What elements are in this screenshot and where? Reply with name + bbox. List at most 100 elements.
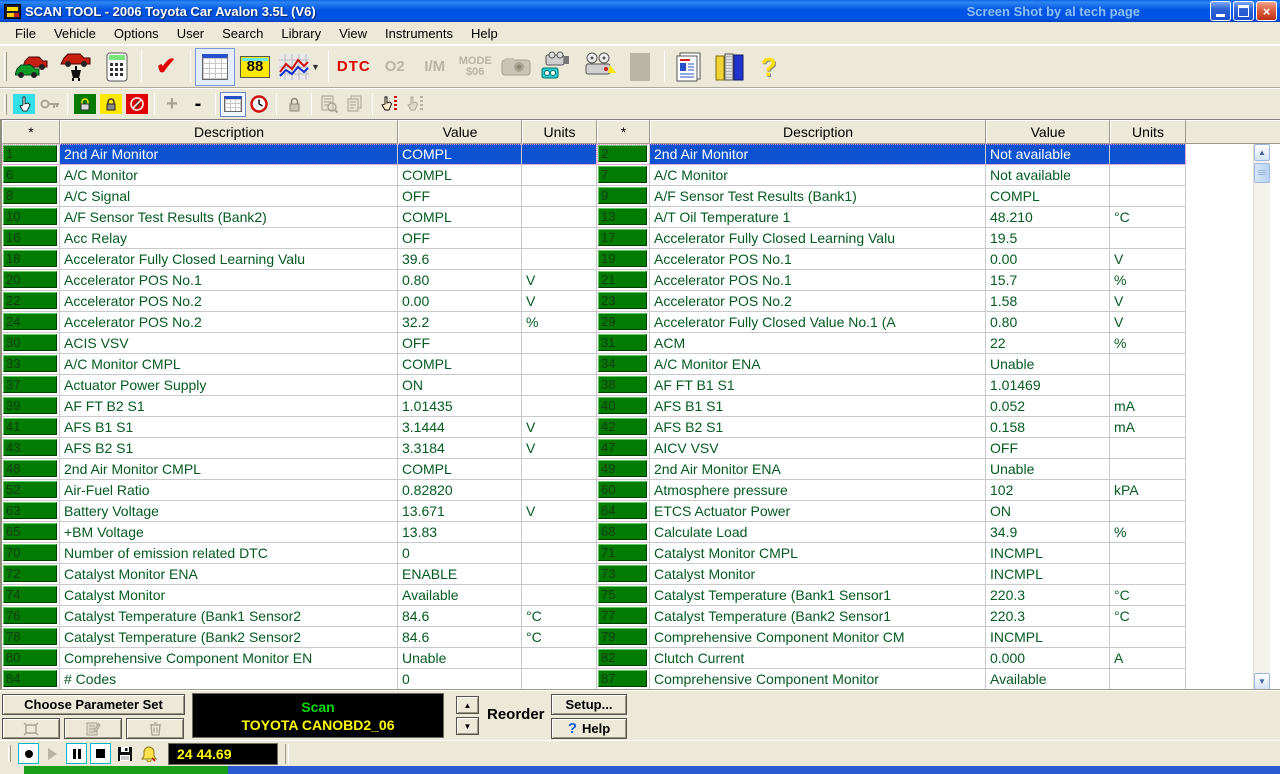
right-table-row-77[interactable]: 77Catalyst Temperature (Bank2 Sensor1220…: [597, 606, 1186, 627]
left-table-row-65[interactable]: 65+BM Voltage13.83: [2, 522, 597, 543]
select-list-button[interactable]: [377, 92, 403, 117]
header-description-right[interactable]: Description: [650, 120, 986, 144]
right-table-row-2[interactable]: 22nd Air MonitorNot available: [597, 144, 1186, 165]
menu-item-instruments[interactable]: Instruments: [376, 24, 462, 43]
reorder-down-button[interactable]: ▼: [456, 717, 479, 735]
vehicle-connector-button[interactable]: [55, 48, 97, 86]
right-table-row-87[interactable]: 87Comprehensive Component MonitorAvailab…: [597, 669, 1186, 690]
header-index-right[interactable]: *: [597, 120, 650, 144]
right-table-row-38[interactable]: 38AF FT B1 S11.01469: [597, 375, 1186, 396]
left-table-row-10[interactable]: 10A/F Sensor Test Results (Bank2)COMPL: [2, 207, 597, 228]
left-table-row-8[interactable]: 8A/C SignalOFF: [2, 186, 597, 207]
connect-vehicles-button[interactable]: [11, 48, 55, 86]
lock-green-button[interactable]: [72, 92, 98, 117]
right-table-row-40[interactable]: 40AFS B1 S10.052mA: [597, 396, 1186, 417]
right-table-row-64[interactable]: 64ETCS Actuator PowerON: [597, 501, 1186, 522]
header-index-left[interactable]: *: [2, 120, 60, 144]
timer-button[interactable]: [246, 92, 272, 117]
right-table-row-82[interactable]: 82Clutch Current0.000A: [597, 648, 1186, 669]
library-button[interactable]: [709, 48, 749, 86]
left-table-row-18[interactable]: 18Accelerator Fully Closed Learning Valu…: [2, 249, 597, 270]
left-table-row-74[interactable]: 74Catalyst MonitorAvailable: [2, 585, 597, 606]
choose-parameter-set-button[interactable]: Choose Parameter Set: [2, 694, 185, 715]
left-table-row-41[interactable]: 41AFS B1 S13.1444V: [2, 417, 597, 438]
help-button[interactable]: ?: [749, 48, 789, 86]
confirm-button[interactable]: ✔: [146, 48, 186, 86]
right-table-row-79[interactable]: 79Comprehensive Component Monitor CMINCM…: [597, 627, 1186, 648]
edit-parameter-set-button[interactable]: [64, 718, 122, 739]
stop-button[interactable]: [90, 743, 111, 764]
statusbar-grip[interactable]: [8, 745, 11, 763]
header-value-left[interactable]: Value: [398, 120, 522, 144]
grid-view-button[interactable]: [220, 92, 246, 117]
pause-button[interactable]: [66, 743, 87, 764]
record-button[interactable]: [18, 743, 39, 764]
left-table-row-30[interactable]: 30ACIS VSVOFF: [2, 333, 597, 354]
select-pointer-button[interactable]: [11, 92, 37, 117]
left-table-row-84[interactable]: 84# Codes0: [2, 669, 597, 690]
dtc-button[interactable]: DTC: [333, 48, 375, 86]
left-table-row-72[interactable]: 72Catalyst Monitor ENAENABLE: [2, 564, 597, 585]
right-table-row-29[interactable]: 29Accelerator Fully Closed Value No.1 (A…: [597, 312, 1186, 333]
minimize-button[interactable]: [1210, 1, 1231, 21]
right-table-row-73[interactable]: 73Catalyst MonitorINCMPL: [597, 564, 1186, 585]
left-table-row-70[interactable]: 70Number of emission related DTC0: [2, 543, 597, 564]
o2-button[interactable]: O2: [375, 48, 415, 86]
menu-item-help[interactable]: Help: [462, 24, 507, 43]
select-item-button[interactable]: [403, 92, 429, 117]
right-table-row-9[interactable]: 9A/F Sensor Test Results (Bank1)COMPL: [597, 186, 1186, 207]
im-button[interactable]: I/M: [415, 48, 455, 86]
scroll-down-button[interactable]: ▼: [1254, 673, 1270, 690]
scrollbar-thumb[interactable]: [1254, 163, 1270, 183]
graph-view-button[interactable]: ▼: [275, 48, 324, 86]
left-table-row-33[interactable]: 33A/C Monitor CMPLCOMPL: [2, 354, 597, 375]
blank-button[interactable]: [620, 48, 660, 86]
delete-parameter-set-button[interactable]: [126, 718, 184, 739]
left-table-row-76[interactable]: 76Catalyst Temperature (Bank1 Sensor284.…: [2, 606, 597, 627]
lock-button[interactable]: [281, 92, 307, 117]
left-table-row-63[interactable]: 63Battery Voltage13.671V: [2, 501, 597, 522]
copy-page-button[interactable]: [342, 92, 368, 117]
toolbar-grip[interactable]: [4, 94, 7, 115]
left-table-row-24[interactable]: 24Accelerator POS No.232.2%: [2, 312, 597, 333]
lock-yellow-button[interactable]: [98, 92, 124, 117]
right-table-row-71[interactable]: 71Catalyst Monitor CMPLINCMPL: [597, 543, 1186, 564]
reorder-up-button[interactable]: ▲: [456, 696, 479, 714]
right-table-row-21[interactable]: 21Accelerator POS No.115.7%: [597, 270, 1186, 291]
playback-video-button[interactable]: [578, 48, 620, 86]
menu-item-user[interactable]: User: [168, 24, 213, 43]
left-table-row-6[interactable]: 6A/C MonitorCOMPL: [2, 165, 597, 186]
menu-item-file[interactable]: File: [6, 24, 45, 43]
menu-item-search[interactable]: Search: [213, 24, 272, 43]
right-table-row-42[interactable]: 42AFS B2 S10.158mA: [597, 417, 1186, 438]
mode06-button[interactable]: MODE $06: [455, 48, 496, 86]
right-table-row-17[interactable]: 17Accelerator Fully Closed Learning Valu…: [597, 228, 1186, 249]
print-preview-button[interactable]: [316, 92, 342, 117]
right-table-row-49[interactable]: 492nd Air Monitor ENAUnable: [597, 459, 1186, 480]
digital-display-button[interactable]: 88: [235, 48, 275, 86]
right-table-row-13[interactable]: 13A/T Oil Temperature 148.210°C: [597, 207, 1186, 228]
right-table-row-7[interactable]: 7A/C MonitorNot available: [597, 165, 1186, 186]
menu-item-options[interactable]: Options: [105, 24, 168, 43]
setup-button[interactable]: Setup...: [551, 694, 627, 715]
key-button[interactable]: [37, 92, 63, 117]
remove-parameter-button[interactable]: -: [185, 92, 211, 117]
toolbar-grip[interactable]: [4, 52, 7, 81]
left-table-row-22[interactable]: 22Accelerator POS No.20.00V: [2, 291, 597, 312]
menu-item-library[interactable]: Library: [272, 24, 330, 43]
left-table-row-52[interactable]: 52Air-Fuel Ratio0.82820: [2, 480, 597, 501]
left-table-row-78[interactable]: 78Catalyst Temperature (Bank2 Sensor284.…: [2, 627, 597, 648]
header-units-right[interactable]: Units: [1110, 120, 1186, 144]
help-bottom-button[interactable]: ? Help: [551, 718, 627, 739]
left-table-row-43[interactable]: 43AFS B2 S13.3184V: [2, 438, 597, 459]
right-table-row-75[interactable]: 75Catalyst Temperature (Bank1 Sensor1220…: [597, 585, 1186, 606]
left-table-row-16[interactable]: 16Acc RelayOFF: [2, 228, 597, 249]
restore-button[interactable]: [1233, 1, 1254, 21]
disable-flash-button[interactable]: [124, 92, 150, 117]
left-table-row-80[interactable]: 80Comprehensive Component Monitor ENUnab…: [2, 648, 597, 669]
play-button[interactable]: [42, 743, 63, 764]
left-table-row-39[interactable]: 39AF FT B2 S11.01435: [2, 396, 597, 417]
header-value-right[interactable]: Value: [986, 120, 1110, 144]
menu-item-vehicle[interactable]: Vehicle: [45, 24, 105, 43]
menu-item-view[interactable]: View: [330, 24, 376, 43]
